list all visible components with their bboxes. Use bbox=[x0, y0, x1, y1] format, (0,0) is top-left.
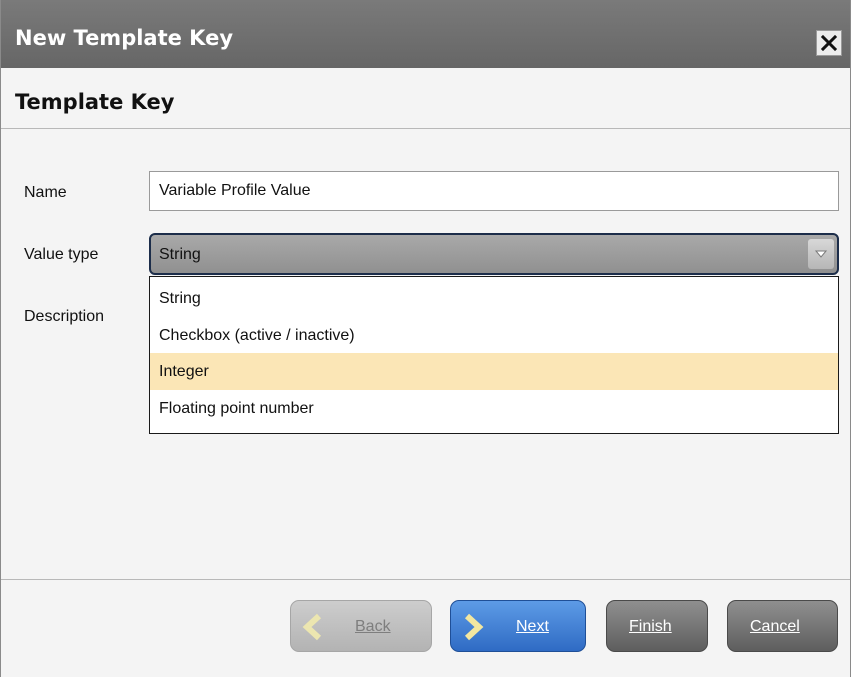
title-bar: New Template Key bbox=[1, 0, 850, 68]
back-button[interactable]: Back bbox=[290, 600, 432, 652]
back-button-label: Back bbox=[355, 618, 391, 635]
dropdown-option-integer[interactable]: Integer bbox=[150, 353, 838, 390]
section-header: Template Key bbox=[1, 68, 850, 129]
value-type-label: Value type bbox=[24, 246, 99, 263]
dropdown-arrow-button[interactable] bbox=[808, 239, 834, 269]
close-button[interactable] bbox=[816, 30, 842, 56]
option-label: String bbox=[159, 290, 201, 307]
close-icon bbox=[821, 35, 837, 51]
cancel-button[interactable]: Cancel bbox=[727, 600, 838, 652]
finish-button-label: Finish bbox=[629, 618, 672, 635]
description-label: Description bbox=[24, 308, 105, 325]
next-button[interactable]: Next bbox=[450, 600, 586, 652]
option-label: Checkbox (active / inactive) bbox=[159, 327, 355, 344]
name-label: Name bbox=[24, 184, 67, 201]
dialog-title: New Template Key bbox=[15, 26, 234, 50]
chevron-right-icon bbox=[464, 613, 484, 641]
chevron-left-icon bbox=[302, 613, 322, 641]
value-type-select[interactable]: String bbox=[149, 233, 839, 275]
option-label: Floating point number bbox=[159, 400, 314, 417]
finish-button[interactable]: Finish bbox=[606, 600, 708, 652]
dropdown-option-checkbox[interactable]: Checkbox (active / inactive) bbox=[150, 317, 838, 354]
name-input[interactable] bbox=[149, 171, 839, 211]
section-title: Template Key bbox=[15, 90, 175, 114]
dropdown-option-floating-point[interactable]: Floating point number bbox=[150, 390, 838, 427]
new-template-key-dialog: New Template Key Template Key Name Value… bbox=[0, 0, 851, 677]
chevron-down-icon bbox=[815, 250, 827, 258]
cancel-button-label: Cancel bbox=[750, 618, 800, 635]
value-type-dropdown-list: String Checkbox (active / inactive) Inte… bbox=[149, 276, 839, 434]
option-label: Integer bbox=[159, 363, 209, 380]
next-button-label: Next bbox=[516, 618, 549, 635]
value-type-selected: String bbox=[159, 246, 201, 263]
footer-divider bbox=[1, 579, 850, 580]
dropdown-option-string[interactable]: String bbox=[150, 280, 838, 317]
